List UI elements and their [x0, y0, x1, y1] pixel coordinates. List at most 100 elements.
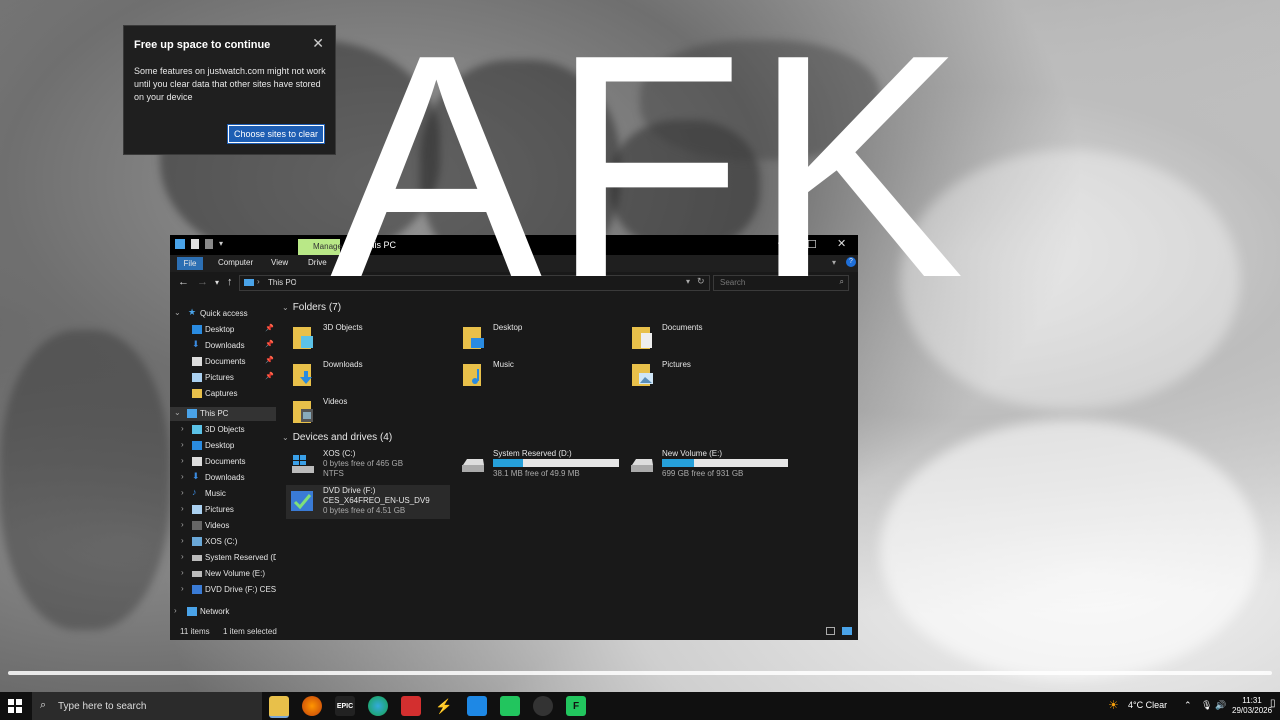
large-icons-view-icon[interactable]: [842, 627, 852, 635]
nav-pc-documents[interactable]: › Documents: [170, 455, 276, 469]
folder-pictures[interactable]: Pictures: [629, 358, 789, 392]
taskbar-search[interactable]: ⌕ Type here to search: [32, 692, 262, 720]
drives-group-header[interactable]: ⌄ Devices and drives (4): [282, 432, 392, 443]
nav-label: Desktop: [205, 325, 235, 334]
nav-label: System Reserved (D:: [205, 553, 276, 562]
chevron-right-icon: ›: [181, 456, 184, 465]
steam-taskbar-icon[interactable]: [533, 696, 553, 716]
search-icon: ⌕: [40, 699, 47, 711]
close-icon[interactable]: ✕: [312, 35, 324, 52]
properties-icon[interactable]: [191, 239, 199, 249]
nav-label: Desktop: [205, 441, 235, 450]
tab-view[interactable]: View: [271, 258, 288, 267]
nav-label: Downloads: [205, 341, 245, 350]
nav-pc-drive-e[interactable]: › New Volume (E:): [170, 567, 276, 581]
tab-computer[interactable]: Computer: [218, 258, 253, 267]
folder-music[interactable]: Music: [460, 358, 620, 392]
nav-pc-drive-f[interactable]: › DVD Drive (F:) CES_: [170, 583, 276, 597]
nav-label: This PC: [200, 409, 229, 418]
edge-taskbar-icon[interactable]: [368, 696, 388, 716]
nav-label: Captures: [205, 389, 238, 398]
download-icon: [293, 364, 312, 386]
drive-d[interactable]: System Reserved (D:) 38.1 MB free of 49.…: [456, 448, 620, 482]
arrow-app-taskbar-icon[interactable]: ⚡: [434, 696, 454, 716]
red-app-taskbar-icon[interactable]: [401, 696, 421, 716]
nav-pc-drive-d[interactable]: › System Reserved (D:: [170, 551, 276, 565]
clock[interactable]: 11:31 29/03/2026: [1232, 696, 1272, 716]
document-icon: [192, 357, 202, 366]
document-icon: [192, 457, 202, 466]
drive-e[interactable]: New Volume (E:) 699 GB free of 931 GB: [625, 448, 789, 482]
epic-games-taskbar-icon[interactable]: EPIC: [335, 696, 355, 716]
tab-drive[interactable]: Drive: [308, 258, 327, 267]
nav-network[interactable]: › Network: [170, 605, 276, 619]
nav-qa-desktop[interactable]: Desktop 📌: [170, 323, 276, 337]
folder-videos[interactable]: Videos: [290, 395, 450, 429]
drive-usage-fill: [493, 459, 524, 467]
weather-text[interactable]: 4°C Clear: [1128, 700, 1167, 710]
nav-label: XOS (C:): [205, 537, 238, 546]
chevron-right-icon: ›: [181, 568, 184, 577]
microphone-icon[interactable]: 🎙: [1201, 700, 1212, 711]
volume-icon[interactable]: 🔊: [1215, 700, 1226, 711]
this-pc-icon: [175, 239, 185, 249]
pictures-icon: [632, 364, 653, 386]
green-app-taskbar-icon[interactable]: [500, 696, 520, 716]
nav-pc-desktop[interactable]: › Desktop: [170, 439, 276, 453]
nav-pc-music[interactable]: › ♪ Music: [170, 487, 276, 501]
lime-app-taskbar-icon[interactable]: F: [566, 696, 586, 716]
back-icon[interactable]: ←: [178, 276, 189, 288]
nav-label: Pictures: [205, 505, 234, 514]
nav-qa-downloads[interactable]: ⬇ Downloads 📌: [170, 339, 276, 353]
item-count: 11 items: [180, 627, 210, 636]
nav-label: Documents: [205, 357, 246, 366]
drive-icon: [462, 459, 484, 472]
nav-pc-videos[interactable]: › Videos: [170, 519, 276, 533]
nav-label: Network: [200, 607, 230, 616]
forward-icon[interactable]: →: [197, 276, 208, 288]
background-splash: [880, 420, 1260, 680]
details-view-icon[interactable]: [826, 627, 835, 635]
nav-this-pc[interactable]: ⌄ This PC: [170, 407, 276, 421]
notification-body: Some features on justwatch.com might not…: [134, 66, 326, 102]
notifications-icon[interactable]: ▯: [1270, 698, 1276, 709]
nav-quick-access[interactable]: ⌄ ★ Quick access: [170, 307, 276, 321]
chevron-up-icon[interactable]: ⌃: [1184, 700, 1192, 711]
chevron-right-icon: ›: [181, 472, 184, 481]
nav-qa-captures[interactable]: Captures: [170, 387, 276, 401]
chevron-down-icon: ⌄: [282, 303, 289, 312]
choose-sites-button[interactable]: Choose sites to clear: [227, 124, 325, 144]
drive-c[interactable]: XOS (C:) 0 bytes free of 465 GB NTFS: [286, 448, 450, 482]
nav-pc-pictures[interactable]: › Pictures: [170, 503, 276, 517]
nav-qa-pictures[interactable]: Pictures 📌: [170, 371, 276, 385]
selection-count: 1 item selected: [223, 627, 277, 636]
chevron-right-icon: ›: [181, 488, 184, 497]
weather-icon[interactable]: ☀: [1108, 698, 1119, 712]
drive-free-space: 38.1 MB free of 49.9 MB: [493, 469, 580, 478]
customize-toolbar-icon[interactable]: ▾: [219, 239, 223, 249]
nav-pc-downloads[interactable]: › ⬇ Downloads: [170, 471, 276, 485]
drive-name: System Reserved (D:): [493, 449, 572, 458]
desktop-icon: [192, 441, 202, 450]
clock-time: 11:31: [1242, 696, 1262, 705]
nav-label: Documents: [205, 457, 246, 466]
tab-file[interactable]: File: [177, 257, 203, 270]
new-folder-icon[interactable]: [205, 239, 213, 249]
file-explorer-taskbar-icon[interactable]: [269, 696, 289, 718]
windows-start-icon[interactable]: [8, 699, 22, 713]
clock-date: 29/03/2026: [1232, 706, 1273, 715]
blue-app-taskbar-icon[interactable]: [467, 696, 487, 716]
taskbar: ⌕ Type here to search EPIC ⚡ F ☀ 4°C Cle…: [0, 692, 1280, 720]
folder-downloads[interactable]: Downloads: [290, 358, 450, 392]
download-icon: ⬇: [192, 339, 200, 349]
up-icon[interactable]: ↑: [227, 276, 233, 288]
firefox-taskbar-icon[interactable]: [302, 696, 322, 716]
nav-pc-3d-objects[interactable]: › 3D Objects: [170, 423, 276, 437]
nav-qa-documents[interactable]: Documents 📌: [170, 355, 276, 369]
drive-f[interactable]: DVD Drive (F:) CES_X64FREO_EN-US_DV9 0 b…: [286, 485, 450, 519]
recent-locations-icon[interactable]: ▾: [215, 278, 219, 287]
nav-pc-drive-c[interactable]: › XOS (C:): [170, 535, 276, 549]
drive-usage-bar: [493, 459, 619, 467]
video-progress-line: [8, 671, 1272, 675]
navigation-pane: ⌄ ★ Quick access Desktop 📌 ⬇ Downloads 📌…: [170, 301, 278, 623]
